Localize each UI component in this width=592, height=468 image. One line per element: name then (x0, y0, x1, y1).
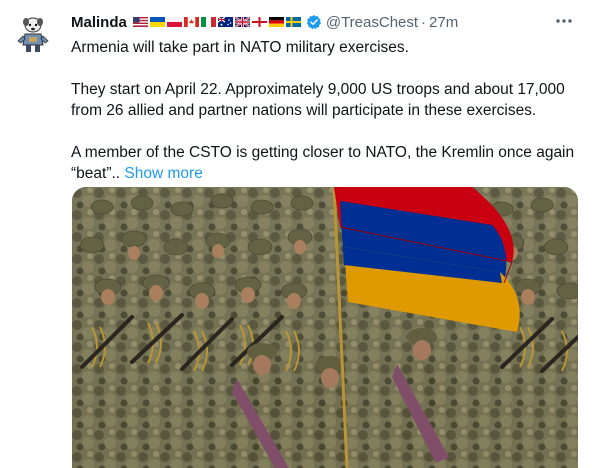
show-more-link[interactable]: Show more (124, 165, 202, 182)
display-name[interactable]: Malinda (71, 14, 127, 31)
header-separator: · (421, 13, 427, 31)
tweet-paragraph: Armenia will take part in NATO military … (71, 39, 409, 56)
australia-flag-icon (217, 17, 233, 27)
uk-flag-icon (234, 17, 250, 27)
verified-badge-icon (306, 15, 321, 30)
canada-flag-icon (183, 17, 199, 27)
england-flag-icon (251, 17, 267, 27)
user-handle[interactable]: @TreasChest (326, 14, 418, 31)
tweet-media-photo[interactable] (72, 187, 578, 468)
germany-flag-icon (268, 17, 284, 27)
sweden-flag-icon (285, 17, 301, 27)
tweet-text: Armenia will take part in NATO military … (71, 37, 581, 205)
timestamp[interactable]: 27m (429, 14, 458, 31)
italy-flag-icon (200, 17, 216, 27)
poland-flag-icon (166, 17, 182, 27)
tweet-paragraph: They start on April 22. Approximately 9,… (71, 80, 565, 120)
ukraine-flag-icon (149, 17, 165, 27)
tweet-card[interactable]: Malinda @TreasChest · 27m Armenia will t… (0, 0, 592, 468)
tweet-header: Malinda @TreasChest · 27m (71, 12, 572, 32)
us-flag-icon (132, 17, 148, 27)
more-options-icon (556, 19, 572, 23)
more-options-button[interactable] (554, 11, 574, 31)
tweet-paragraph: A member of the CSTO is getting closer t… (71, 142, 581, 185)
avatar[interactable] (16, 14, 50, 54)
flag-emoji-row (132, 17, 301, 27)
soldiers-parade-photo (72, 187, 578, 468)
